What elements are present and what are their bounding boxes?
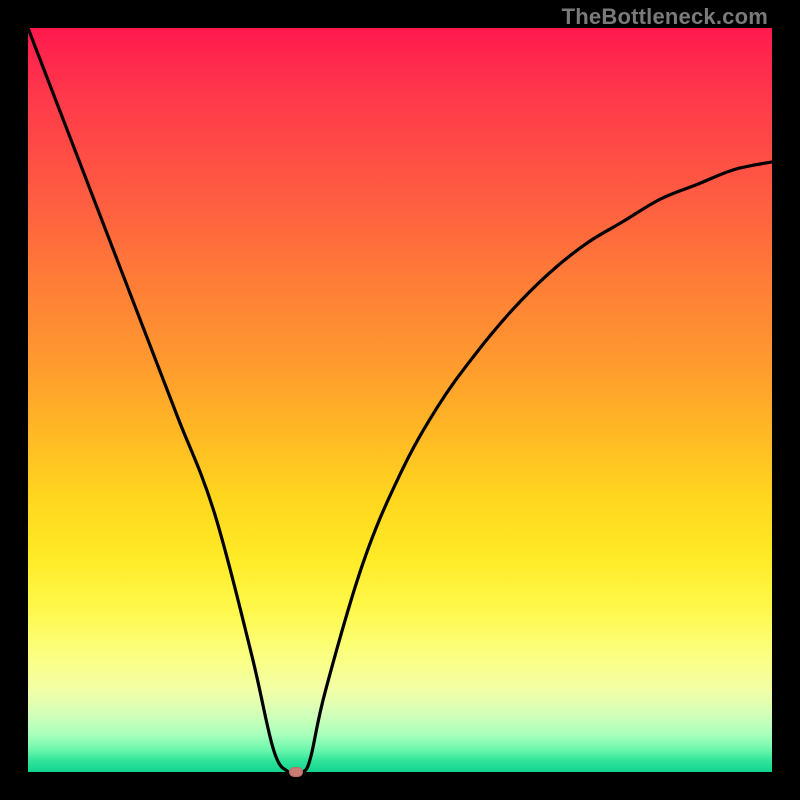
bottleneck-curve-path [28,28,772,772]
plot-area [28,28,772,772]
chart-frame: TheBottleneck.com [0,0,800,800]
watermark-text: TheBottleneck.com [562,4,768,30]
curve-layer [28,28,772,772]
minimum-marker [289,767,303,777]
